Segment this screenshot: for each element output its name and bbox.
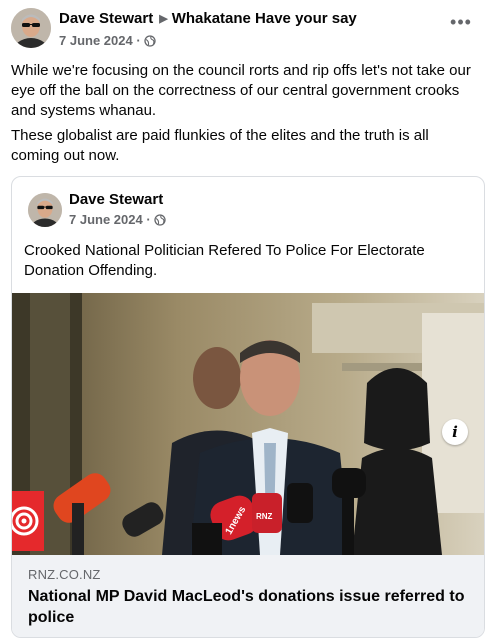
chevron-right-icon: ▶: [159, 13, 168, 25]
author-line: Dave Stewart ▶ Whakatane Have your say: [59, 10, 357, 27]
post-text-paragraph-2: These globalist are paid flunkies of the…: [11, 127, 429, 164]
link-preview-image[interactable]: 1news RNZ: [12, 293, 484, 555]
shared-post-meta: 7 June 2024 ·: [69, 212, 166, 229]
link-preview-footer[interactable]: RNZ.CO.NZ National MP David MacLeod's do…: [12, 555, 484, 637]
link-title[interactable]: National MP David MacLeod's donations is…: [28, 586, 468, 628]
shared-post-text: Crooked National Politician Refered To P…: [24, 242, 425, 279]
info-icon[interactable]: i: [442, 419, 468, 445]
author-name[interactable]: Dave Stewart: [59, 10, 153, 27]
post-meta: 7 June 2024 ·: [59, 33, 156, 50]
mic-flag-rnz: RNZ: [256, 512, 273, 521]
globe-icon: [154, 214, 166, 229]
shared-author-avatar[interactable]: [28, 193, 62, 227]
post-date[interactable]: 7 June 2024: [59, 33, 133, 48]
author-avatar[interactable]: [11, 8, 51, 48]
shared-post-card[interactable]: Dave Stewart 7 June 2024 · Crooked Natio…: [11, 176, 485, 638]
shared-post-date[interactable]: 7 June 2024: [69, 212, 143, 227]
link-domain: RNZ.CO.NZ: [28, 567, 101, 582]
more-options-icon[interactable]: •••: [450, 12, 472, 32]
facebook-post: Dave Stewart ▶ Whakatane Have your say 7 J…: [0, 0, 488, 641]
shared-author-name[interactable]: Dave Stewart: [69, 191, 163, 208]
globe-icon: [144, 35, 156, 50]
post-text-paragraph-1: While we're focusing on the council rort…: [11, 62, 471, 119]
group-name[interactable]: Whakatane Have your say: [172, 10, 357, 27]
